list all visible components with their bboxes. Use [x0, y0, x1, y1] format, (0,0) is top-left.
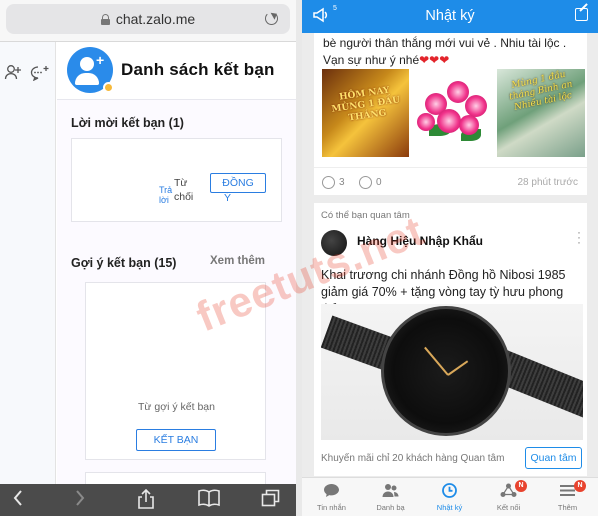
timeline-icon [442, 483, 457, 498]
more-options-icon[interactable]: · · · [577, 226, 581, 248]
friend-list-panel: + Danh sách kết bạn Lời mời kết bạn (1) … [57, 42, 296, 492]
watch-image[interactable] [321, 304, 583, 440]
friend-requests-title: Lời mời kết bạn (1) [71, 116, 184, 130]
lock-icon [100, 13, 110, 25]
tab-label: Tin nhắn [317, 503, 346, 512]
like-count: 3 [339, 177, 345, 188]
post-actions: 3 0 28 phút trước [314, 167, 587, 195]
suggestion-source-text: Từ gợi ý kết bạn [138, 401, 215, 413]
tab-messages[interactable]: Tin nhắn [302, 478, 361, 516]
back-icon[interactable] [12, 489, 24, 512]
follow-button[interactable]: Quan tâm [525, 447, 582, 469]
panel-header: + Danh sách kết bạn [57, 42, 296, 100]
tab-label: Kết nối [496, 503, 521, 512]
reply-button[interactable]: Trả lời [159, 185, 175, 205]
add-friend-button[interactable]: KẾT BẠN [136, 429, 216, 451]
safari-address-bar: chat.zalo.me [0, 0, 296, 42]
app-header: 5 Nhật ký [302, 0, 598, 33]
forward-icon[interactable] [74, 489, 86, 512]
safari-toolbar [0, 484, 296, 516]
tab-badge: N [515, 480, 527, 492]
post-image[interactable]: HÔM NAY MÙNG 1 ĐẦU THÁNG [322, 69, 409, 157]
add-group-chat-icon[interactable] [30, 65, 50, 85]
tabs-icon[interactable] [261, 489, 281, 512]
zalo-app: 5 Nhật ký bè người thân thắng mới vui vẻ… [302, 0, 598, 516]
comment-icon[interactable] [359, 176, 372, 189]
tab-label: Nhật ký [436, 503, 463, 512]
url-text: chat.zalo.me [115, 11, 196, 27]
left-rail [0, 42, 56, 486]
hearts: ❤❤❤ [419, 53, 450, 67]
share-icon[interactable] [137, 488, 155, 514]
account-name[interactable]: Hàng Hiệu Nhập Khẩu [357, 234, 483, 248]
friend-suggestions-title: Gợi ý kết bạn (15) [71, 256, 177, 270]
avatar[interactable] [321, 230, 347, 256]
heart-icon[interactable] [322, 176, 335, 189]
tab-contacts[interactable]: Danh bạ [361, 478, 420, 516]
add-friend-icon[interactable] [4, 64, 22, 84]
contacts-icon [382, 484, 399, 497]
bottom-tab-bar: Tin nhắn Danh bạ Nhật ký N Kết nối N Thê… [302, 477, 598, 516]
page-title: Danh sách kết bạn [121, 60, 275, 79]
image-caption: Mùng 1 đầu tháng Bình an Nhiều tài lộc [508, 69, 574, 113]
comment-count: 0 [376, 177, 382, 188]
sponsored-post: Có thể bạn quan tâm Hàng Hiệu Nhập Khẩu … [314, 203, 587, 476]
tab-badge: N [574, 480, 586, 492]
timeline-post: bè người thân thắng mới vui vẻ . Nhiu tà… [314, 33, 587, 195]
tab-more[interactable]: N Thêm [538, 478, 597, 516]
suggestion-label: Có thể bạn quan tâm [321, 210, 410, 221]
promo-text: Khuyến mãi chỉ 20 khách hàng Quan tâm [321, 453, 505, 464]
post-text: bè người thân thắng mới vui vẻ . Nhiu tà… [323, 36, 567, 67]
post-image[interactable] [409, 69, 496, 157]
post-image[interactable]: Mùng 1 đầu tháng Bình an Nhiều tài lộc [497, 69, 585, 157]
post-time: 28 phút trước [517, 177, 578, 188]
bookmarks-icon[interactable] [198, 489, 220, 512]
messages-icon [324, 484, 339, 497]
image-caption: HÔM NAY MÙNG 1 ĐẦU THÁNG [331, 85, 401, 124]
suggestion-card: Từ gợi ý kết bạn KẾT BẠN [85, 282, 266, 460]
friend-request-card: Trả lời Từ chối ĐỒNG Ý [71, 138, 282, 222]
see-more-link[interactable]: Xem thêm [210, 255, 265, 267]
tab-label: Thêm [557, 503, 578, 512]
tab-timeline[interactable]: Nhật ký [420, 478, 479, 516]
edit-icon[interactable] [575, 8, 588, 21]
decline-button[interactable]: Từ chối [174, 176, 198, 204]
safari-window: chat.zalo.me + Danh sách kết bạn Lời mời… [0, 0, 296, 516]
url-field[interactable]: chat.zalo.me [6, 4, 290, 34]
page-title: Nhật ký [425, 8, 475, 24]
reload-icon[interactable] [265, 12, 278, 25]
accept-button-label-2: Ý [224, 192, 232, 204]
accept-button[interactable]: ĐỒNG [210, 173, 266, 193]
tab-connect[interactable]: N Kết nối [479, 478, 538, 516]
add-friend-avatar-icon: + [67, 47, 114, 93]
tab-label: Danh bạ [376, 503, 405, 512]
